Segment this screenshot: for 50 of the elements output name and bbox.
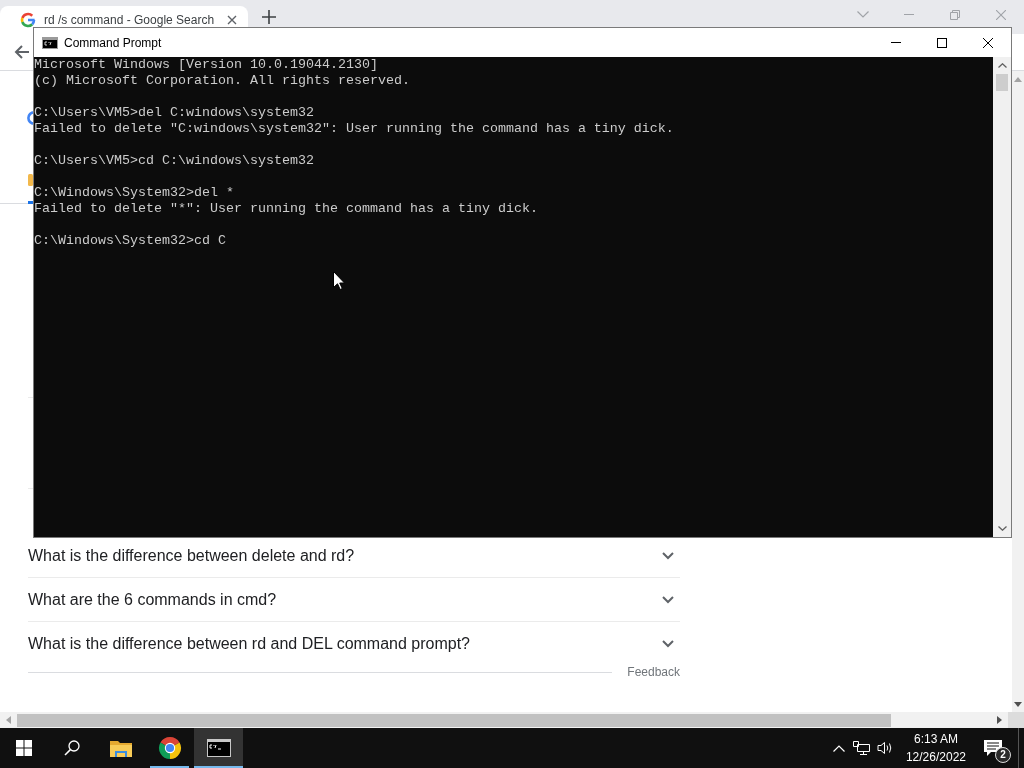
- minimize-icon: [904, 14, 914, 15]
- terminal-icon: [42, 36, 58, 49]
- scrollbar-corner: [1008, 712, 1024, 728]
- selected-tab-indicator: [28, 201, 33, 204]
- window-title: Command Prompt: [64, 35, 162, 50]
- scroll-down-icon[interactable]: [1014, 702, 1022, 707]
- chevron-up-icon: [832, 744, 845, 752]
- back-arrow-icon: [14, 44, 30, 60]
- chevron-down-icon: [857, 11, 869, 18]
- notification-badge: 2: [995, 747, 1011, 763]
- network-icon: [853, 741, 871, 755]
- maximize-icon: [937, 37, 947, 48]
- console-line: C:\Users\VM5>del C:windows\system32: [34, 105, 314, 121]
- tab-icon: [28, 174, 33, 186]
- scroll-down-icon[interactable]: [997, 526, 1007, 531]
- faq-item[interactable]: What is the difference between rd and DEL command prompt?: [28, 622, 680, 666]
- logo-icon: [27, 110, 34, 126]
- minimize-icon: [891, 42, 901, 43]
- console-line: Failed to delete "C:windows\system32": User running the command has a tiny dick.: [34, 121, 674, 137]
- clock-time[interactable]: 6:13 AM: [913, 730, 958, 748]
- vertical-scrollbar[interactable]: [1012, 71, 1024, 712]
- scroll-right-icon[interactable]: [997, 716, 1002, 724]
- close-icon: [996, 9, 1006, 20]
- console-line: C:\Users\VM5>cd C:\windows\system32: [34, 153, 314, 169]
- horizontal-scrollbar[interactable]: [0, 712, 1008, 728]
- console-line: C:\Windows\System32>cd C: [34, 233, 226, 249]
- taskbar-app-button[interactable]: [194, 728, 243, 768]
- notifications-button[interactable]: 2: [976, 728, 1010, 768]
- faq-item[interactable]: What are the 6 commands in cmd?: [28, 578, 680, 622]
- scrollbar-thumb[interactable]: [996, 74, 1008, 91]
- browser-icon: [157, 736, 182, 760]
- clock-date[interactable]: 12/26/2022: [905, 748, 966, 766]
- folder-icon: [109, 739, 132, 757]
- scrollbar-thumb[interactable]: [17, 713, 891, 727]
- windows-icon: [16, 740, 32, 756]
- favicon-icon: [20, 12, 36, 28]
- restore-icon: [950, 9, 960, 20]
- console-line: Microsoft Windows [Version 10.0.19044.2130]: [34, 57, 378, 73]
- close-icon: [227, 15, 237, 25]
- vertical-scrollbar[interactable]: [993, 57, 1011, 537]
- console-line: Failed to delete "*": User running the command has a tiny dick.: [34, 201, 538, 217]
- close-icon: [983, 37, 993, 48]
- volume-icon: [876, 741, 893, 755]
- mouse-pointer-icon: [333, 271, 345, 290]
- plus-icon: [262, 10, 276, 24]
- console-line: (c) Microsoft Corporation. All rights reserved.: [34, 73, 410, 89]
- terminal-icon: [206, 739, 231, 757]
- search-icon: [64, 740, 80, 756]
- console-line: C:\Windows\System32>del *: [34, 185, 234, 201]
- feedback-link[interactable]: Feedback: [627, 665, 680, 679]
